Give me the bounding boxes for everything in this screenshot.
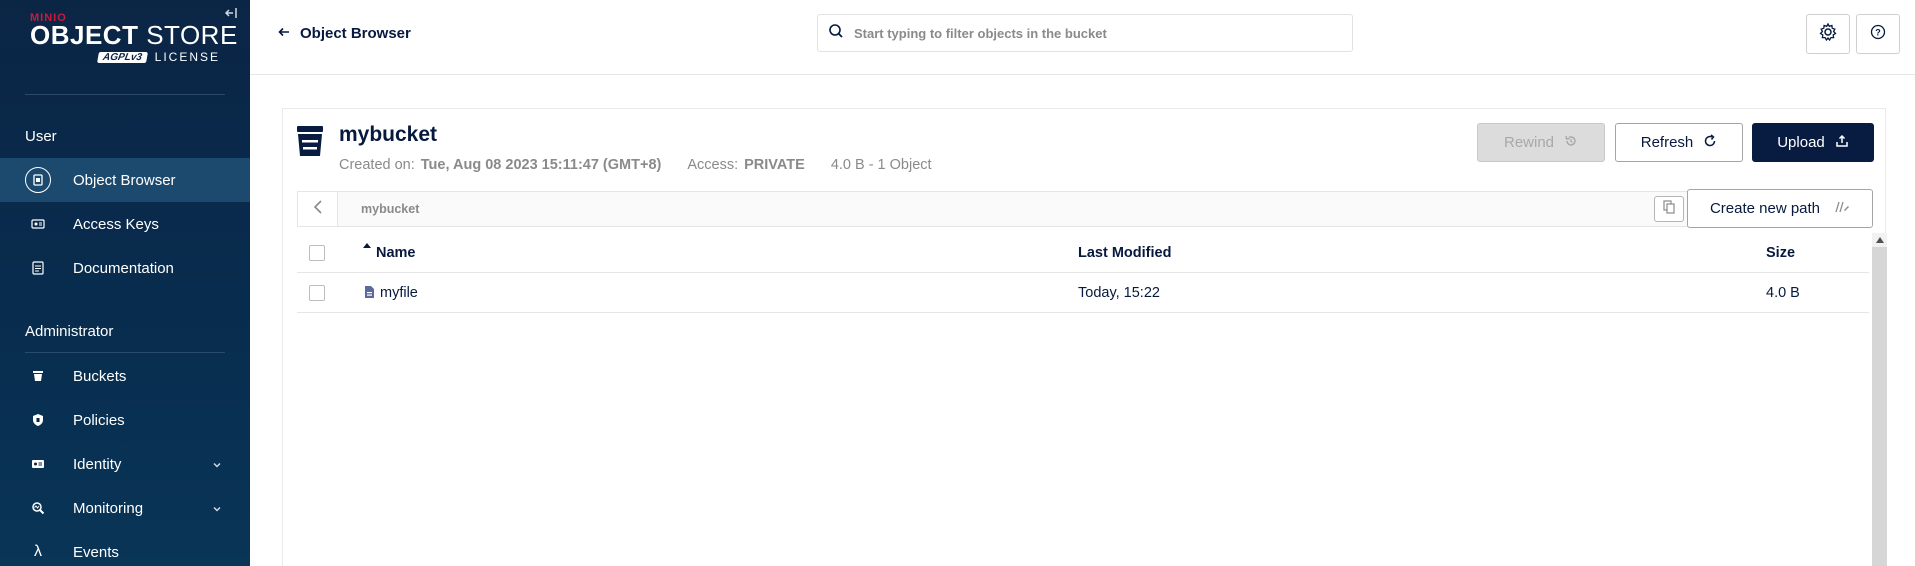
sidebar-item-label: Policies [73, 411, 125, 429]
create-path-label: Create new path [1709, 200, 1821, 217]
select-all-checkbox[interactable] [309, 245, 325, 261]
logo-product-thin: STORE [146, 20, 238, 50]
table-row[interactable]: myfile Today, 15:22 4.0 B [297, 273, 1869, 313]
monitoring-icon [25, 495, 51, 521]
scroll-up-arrow[interactable] [1872, 233, 1887, 247]
sidebar-item-policies[interactable]: Policies [0, 398, 250, 442]
sidebar-item-events[interactable]: λ Events [0, 530, 250, 566]
agpl-badge: AGPLv3 [96, 51, 148, 63]
refresh-label: Refresh [1640, 134, 1694, 151]
help-icon: ? [1870, 24, 1886, 45]
created-value: Tue, Aug 08 2023 15:11:47 (GMT+8) [420, 157, 662, 173]
chevron-down-icon [212, 457, 222, 475]
upload-button[interactable]: Upload [1752, 123, 1874, 162]
sort-ascending-icon [363, 243, 371, 248]
logo-product-bold: OBJECT [30, 20, 139, 50]
new-path-icon [1834, 200, 1850, 217]
settings-button[interactable] [1806, 14, 1850, 54]
logo-product: OBJECT STORE [30, 22, 238, 48]
sidebar: MINIO OBJECT STORE AGPLv3 LICENSE User O… [0, 0, 250, 566]
column-header-last-modified[interactable]: Last Modified [1078, 245, 1171, 261]
upload-icon [1835, 134, 1849, 152]
path-back-button[interactable] [298, 192, 338, 226]
section-label-user: User [25, 128, 57, 145]
breadcrumb-bucket[interactable]: mybucket [361, 202, 419, 216]
created-label: Created on: [339, 157, 415, 173]
rewind-icon [1564, 134, 1578, 152]
table-header-row: Name Last Modified Size [297, 233, 1869, 273]
sidebar-item-monitoring[interactable]: Monitoring [0, 486, 250, 530]
svg-text:?: ? [1875, 27, 1881, 37]
sidebar-item-label: Access Keys [73, 215, 159, 233]
sidebar-item-label: Buckets [73, 367, 127, 385]
bucket-meta: Created on: Tue, Aug 08 2023 15:11:47 (G… [339, 157, 932, 173]
object-browser-icon [25, 167, 51, 193]
copy-icon [1663, 199, 1675, 219]
refresh-icon [1703, 133, 1717, 152]
chevron-left-icon [313, 199, 323, 220]
license-label: LICENSE [154, 50, 220, 64]
bucket-summary: 4.0 B - 1 Object [830, 157, 932, 173]
sidebar-divider [25, 352, 225, 353]
object-size: 4.0 B [1766, 285, 1800, 301]
file-icon [364, 285, 375, 304]
sidebar-divider [25, 94, 225, 95]
identity-icon [25, 451, 51, 477]
sidebar-item-label: Identity [73, 455, 122, 473]
sidebar-item-access-keys[interactable]: Access Keys [0, 202, 250, 246]
object-last-modified: Today, 15:22 [1078, 285, 1160, 301]
sidebar-item-label: Monitoring [73, 499, 144, 517]
path-breadcrumb-bar: mybucket [297, 191, 1699, 227]
documentation-icon [25, 255, 51, 281]
bucket-browser-panel: mybucket Created on: Tue, Aug 08 2023 15… [282, 108, 1887, 566]
sidebar-item-buckets[interactable]: Buckets [0, 354, 250, 398]
rewind-button[interactable]: Rewind [1477, 123, 1605, 162]
rewind-label: Rewind [1503, 134, 1555, 151]
table-scrollbar[interactable] [1872, 233, 1887, 566]
buckets-icon [25, 363, 51, 389]
column-header-size[interactable]: Size [1766, 245, 1795, 261]
lambda-icon: λ [34, 543, 42, 560]
access-keys-icon [25, 211, 51, 237]
sidebar-item-label: Documentation [73, 259, 174, 277]
column-header-name[interactable]: Name [376, 245, 416, 261]
bucket-name: mybucket [339, 123, 438, 146]
refresh-button[interactable]: Refresh [1615, 123, 1743, 162]
search-icon [818, 23, 844, 44]
arrow-left-icon [278, 24, 290, 42]
logo-license-row: AGPLv3 LICENSE [30, 50, 220, 64]
create-new-path-button[interactable]: Create new path [1687, 189, 1873, 228]
upload-label: Upload [1777, 134, 1825, 151]
policies-icon [25, 407, 51, 433]
row-checkbox[interactable] [309, 285, 325, 301]
section-label-administrator: Administrator [25, 323, 114, 340]
copy-path-button[interactable] [1654, 196, 1684, 222]
back-to-object-browser-link[interactable]: Object Browser [278, 24, 411, 42]
access-label: Access: [687, 157, 739, 173]
gear-icon [1818, 22, 1838, 47]
chevron-down-icon [212, 501, 222, 519]
collapse-sidebar-icon[interactable] [224, 6, 242, 22]
sidebar-item-label: Events [73, 543, 119, 561]
filter-objects-input[interactable] [854, 25, 1334, 41]
minio-logo: MINIO OBJECT STORE AGPLv3 LICENSE [30, 12, 238, 64]
sidebar-item-object-browser[interactable]: Object Browser [0, 158, 250, 202]
sidebar-item-documentation[interactable]: Documentation [0, 246, 250, 290]
back-link-label: Object Browser [300, 24, 411, 42]
sidebar-item-label: Object Browser [73, 171, 176, 189]
bucket-icon [296, 125, 324, 157]
access-value: PRIVATE [744, 157, 805, 173]
object-name[interactable]: myfile [380, 285, 418, 301]
search-box [817, 14, 1353, 52]
top-bar: Object Browser ? [250, 0, 1915, 75]
help-button[interactable]: ? [1856, 14, 1900, 54]
sidebar-item-identity[interactable]: Identity [0, 442, 250, 486]
